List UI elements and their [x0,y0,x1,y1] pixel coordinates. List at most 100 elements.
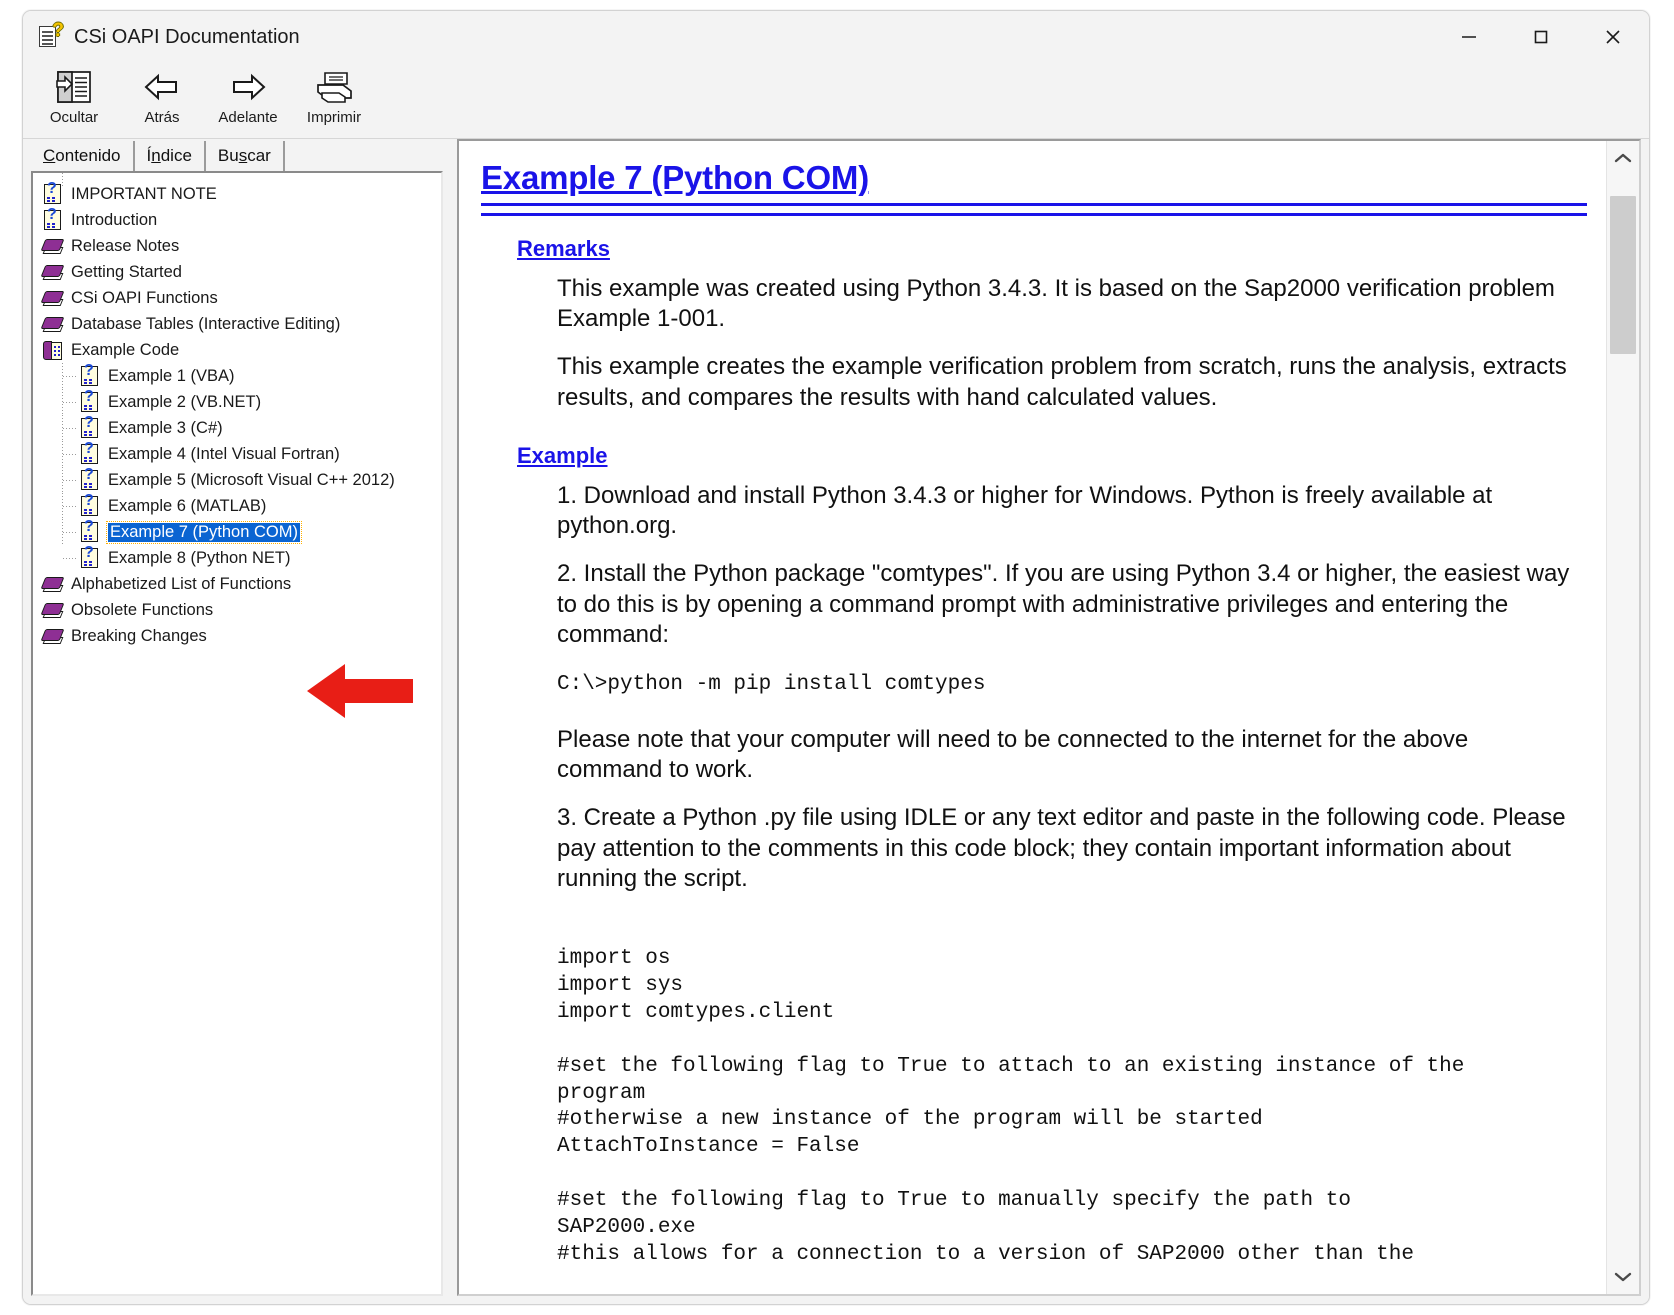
book-icon [40,236,65,257]
pip-install-command: C:\>python -m pip install comtypes [557,673,986,697]
tree-item-label: Introduction [71,210,158,229]
tree-item-release-notes[interactable]: Release Notes [33,233,441,259]
tree-item-example-3[interactable]: ? Example 3 (C#) [33,414,441,441]
tree-item-label: Release Notes [71,236,180,255]
help-page-icon: ? [80,388,101,413]
tree-item-label: IMPORTANT NOTE [71,184,217,203]
help-document-icon: ? [37,21,64,50]
tree-item-label: Breaking Changes [71,626,207,645]
print-button-label: Imprimir [306,109,362,126]
tree-item-database-tables[interactable]: Database Tables (Interactive Editing) [33,311,441,337]
tree-item-example-code[interactable]: Example Code [33,337,441,363]
step-2: 2. Install the Python package "comtypes"… [557,560,1570,648]
tree-item-example-4[interactable]: ? Example 4 (Intel Visual Fortran) [33,440,441,467]
tree-item-label: Example 7 (Python COM) [106,520,302,544]
code-line: #set the following flag to True to manua… [557,1189,1351,1213]
toolbar: Ocultar Atrás Adelante Imprimir [23,63,1649,139]
code-line: AttachToInstance = False [557,1135,860,1159]
back-button[interactable]: Atrás [119,66,205,126]
tree-item-label: Example 6 (MATLAB) [108,496,267,515]
open-book-icon [43,340,64,361]
tree-item-example-5[interactable]: ? Example 5 (Microsoft Visual C++ 2012) [33,466,441,493]
printer-icon [291,66,377,108]
minimize-icon[interactable] [1433,11,1505,63]
help-page-icon: ? [80,544,101,569]
navigation-pane: Contenido Índice Buscar ? IMPORTANT NOTE… [31,139,443,1304]
chevron-down-icon[interactable] [1607,1260,1639,1294]
tree-item-label: Getting Started [71,262,182,281]
print-button[interactable]: Imprimir [291,66,377,126]
tree-item-getting-started[interactable]: Getting Started [33,259,441,285]
tree-item-label: Database Tables (Interactive Editing) [71,314,341,333]
help-page-icon: ? [43,206,64,231]
tree-item-obsolete-functions[interactable]: Obsolete Functions [33,597,441,623]
tree-item-important-note[interactable]: ? IMPORTANT NOTE [33,180,441,207]
tab-buscar[interactable]: Buscar [205,141,285,171]
scrollbar-thumb[interactable] [1610,196,1636,354]
tree-item-example-2[interactable]: ? Example 2 (VB.NET) [33,388,441,415]
book-icon [40,574,65,595]
code-line: program [557,1081,646,1105]
book-icon [40,626,65,647]
document-body: Example 7 (Python COM) Remarks This exam… [459,141,1607,1294]
book-icon [40,262,65,283]
page-title: Example 7 (Python COM) [481,159,869,196]
section-heading-remarks: Remarks [517,236,610,261]
help-page-icon: ? [80,492,101,517]
step-1: 1. Download and install Python 3.4.3 or … [557,481,1493,540]
tree-item-example-1[interactable]: ? Example 1 (VBA) [33,362,441,389]
code-line: SAP2000.exe [557,1215,696,1239]
tree-item-label: Example 1 (VBA) [108,366,235,385]
tree-item-label: Example 4 (Intel Visual Fortran) [108,444,340,463]
tree-item-introduction[interactable]: ? Introduction [33,206,441,233]
hide-button-label: Ocultar [49,109,99,126]
tree-item-csi-oapi-functions[interactable]: CSi OAPI Functions [33,285,441,311]
maximize-icon[interactable] [1505,11,1577,63]
tree-item-label: Example Code [71,340,180,359]
tree-item-label: Example 2 (VB.NET) [108,392,262,411]
book-icon [40,288,65,309]
help-page-icon: ? [80,440,101,465]
document-pane: Example 7 (Python COM) Remarks This exam… [457,139,1641,1296]
section-heading-example: Example [517,442,608,468]
close-icon[interactable] [1577,11,1649,63]
nav-tabs: Contenido Índice Buscar [31,139,443,171]
tree-item-example-7[interactable]: ? Example 7 (Python COM) [33,518,441,545]
help-page-icon: ? [43,180,64,205]
help-page-icon: ? [80,362,101,387]
tab-indice[interactable]: Índice [134,141,206,171]
back-button-label: Atrás [144,109,180,126]
contents-tree[interactable]: ? IMPORTANT NOTE ? Introduction Release … [31,171,443,1296]
tree-item-label: Alphabetized List of Functions [71,574,292,593]
python-code-block: import os import sys import comtypes.cli… [481,920,1595,1269]
hide-button[interactable]: Ocultar [31,66,117,126]
tree-item-label: CSi OAPI Functions [71,288,218,307]
tree-item-label: Example 5 (Microsoft Visual C++ 2012) [108,470,395,489]
title-bar: ? CSi OAPI Documentation [23,11,1649,63]
forward-button[interactable]: Adelante [205,66,291,126]
document-scrollbar[interactable] [1606,141,1639,1294]
chevron-up-icon[interactable] [1607,141,1639,175]
title-divider [481,203,1587,216]
code-line: #this allows for a connection to a versi… [557,1242,1414,1266]
hide-pane-icon [31,66,117,108]
tab-contenido[interactable]: Contenido [31,141,135,171]
forward-button-label: Adelante [218,109,278,126]
tree-item-alphabetized-list[interactable]: Alphabetized List of Functions [33,571,441,597]
step-3: 3. Create a Python .py file using IDLE o… [557,804,1566,892]
window-title: CSi OAPI Documentation [74,25,300,48]
step-note: Please note that your computer will need… [557,725,1469,784]
tree-item-label: Obsolete Functions [71,600,214,619]
pane-splitter[interactable] [447,139,457,1304]
tree-item-example-6[interactable]: ? Example 6 (MATLAB) [33,492,441,519]
tree-item-example-8[interactable]: ? Example 8 (Python NET) [33,544,441,571]
back-arrow-icon [119,66,205,108]
help-page-icon: ? [80,518,101,543]
tree-item-breaking-changes[interactable]: Breaking Changes [33,623,441,649]
help-page-icon: ? [80,466,101,491]
code-line: #otherwise a new instance of the program… [557,1108,1263,1132]
code-line: import comtypes.client [557,1000,835,1024]
tree-item-label: Example 3 (C#) [108,418,223,437]
